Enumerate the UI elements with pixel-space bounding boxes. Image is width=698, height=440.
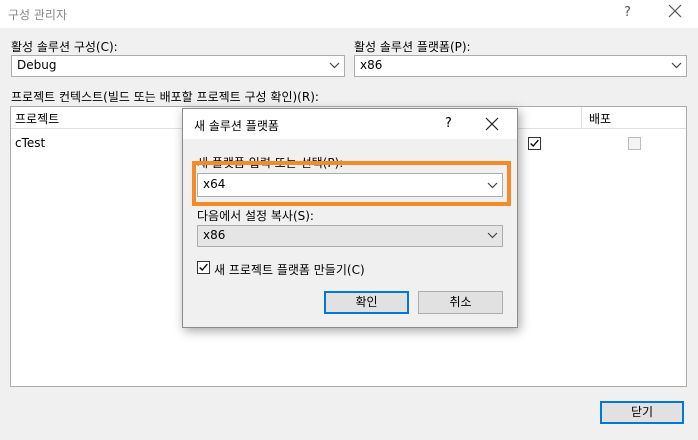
deploy-checkbox xyxy=(628,137,641,150)
active-platform-value: x86 xyxy=(360,58,383,72)
new-platform-dialog: 새 솔루션 플랫폼 ? 새 플랫폼 입력 또는 선택(P): x64 다음에서 … xyxy=(182,108,518,328)
dialog-help-button[interactable]: ? xyxy=(445,116,452,131)
copy-settings-dropdown[interactable]: x86 xyxy=(197,225,503,247)
create-project-platforms-checkbox[interactable] xyxy=(197,261,210,274)
copy-settings-value: x86 xyxy=(203,228,226,242)
project-context-label: 프로젝트 컨텍스트(빌드 또는 배포할 프로젝트 구성 확인)(R): xyxy=(11,90,319,104)
highlight-box xyxy=(192,161,511,206)
help-button[interactable]: ? xyxy=(624,5,631,20)
build-checkbox[interactable] xyxy=(528,137,541,150)
dialog-title: 새 솔루션 플랫폼 xyxy=(194,119,279,133)
close-icon[interactable] xyxy=(485,117,499,131)
chevron-down-icon xyxy=(487,232,498,239)
title-bar: 구성 관리자 ? xyxy=(0,0,698,28)
chevron-down-icon xyxy=(671,62,682,69)
active-config-value: Debug xyxy=(17,58,57,72)
window-title: 구성 관리자 xyxy=(8,8,68,22)
cancel-button[interactable]: 취소 xyxy=(418,291,503,314)
column-separator xyxy=(581,107,582,129)
active-config-dropdown[interactable]: Debug xyxy=(11,55,345,77)
copy-settings-label: 다음에서 설정 복사(S): xyxy=(197,209,314,223)
close-icon[interactable] xyxy=(667,3,683,19)
checkmark-icon xyxy=(530,139,539,148)
checkmark-icon xyxy=(199,263,208,272)
column-header-project[interactable]: 프로젝트 xyxy=(15,110,59,127)
column-header-deploy[interactable]: 배포 xyxy=(589,110,611,127)
dialog-title-bar: 새 솔루션 플랫폼 ? xyxy=(183,109,517,139)
create-project-platforms-label[interactable]: 새 프로젝트 플랫폼 만들기(C) xyxy=(214,261,365,278)
chevron-down-icon xyxy=(329,62,340,69)
active-platform-dropdown[interactable]: x86 xyxy=(354,55,687,77)
ok-button[interactable]: 확인 xyxy=(324,291,409,314)
close-button[interactable]: 닫기 xyxy=(600,401,684,424)
active-config-label: 활성 솔루션 구성(C): xyxy=(11,40,118,54)
active-platform-label: 활성 솔루션 플랫폼(P): xyxy=(354,40,471,54)
project-name-cell: cTest xyxy=(15,136,46,150)
